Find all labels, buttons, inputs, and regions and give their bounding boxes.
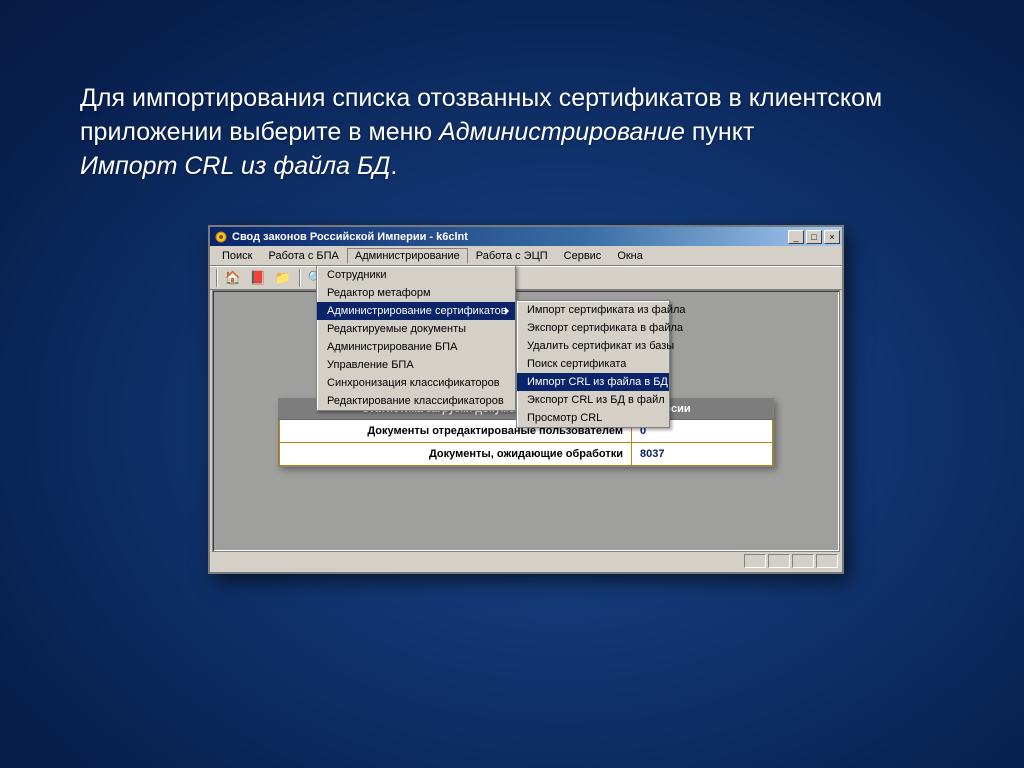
menu-item-emphasis: Импорт CRL из файла БД: [80, 152, 390, 180]
status-panel: [792, 554, 814, 568]
menu-name-emphasis: Администрирование: [439, 118, 685, 146]
stats-row2-label: Документы, ожидающие обработки: [280, 443, 632, 465]
text-period: .: [390, 152, 397, 180]
maximize-button[interactable]: □: [806, 230, 822, 244]
folder-icon: 📁: [275, 270, 291, 286]
dd-item-export-crl[interactable]: Экспорт CRL из БД в файл: [517, 391, 669, 409]
text-part-2: пункт: [685, 118, 754, 146]
tool-button-2[interactable]: 📕: [247, 268, 269, 288]
admin-dropdown: Сотрудники Редактор метаформ Администрир…: [316, 265, 516, 411]
window-title: Свод законов Российской Империи - k6clnt: [232, 231, 788, 243]
dd-item-edit-classifiers[interactable]: Редактирование классификаторов: [317, 392, 515, 410]
dd-item-metaform-editor[interactable]: Редактор метаформ: [317, 284, 515, 302]
dd-item-delete-cert[interactable]: Удалить сертификат из базы: [517, 337, 669, 355]
book-icon: 📕: [250, 270, 266, 286]
dd-label: Администрирование БПА: [327, 341, 457, 353]
dd-label: Сотрудники: [327, 269, 387, 281]
toolbar-separator: [299, 269, 300, 287]
dd-label: Поиск сертификата: [527, 358, 626, 370]
dd-label: Экспорт CRL из БД в файл: [527, 394, 665, 406]
statusbar: [212, 552, 840, 570]
menu-search[interactable]: Поиск: [214, 248, 260, 264]
dd-item-employees[interactable]: Сотрудники: [317, 266, 515, 284]
toolbar: 🏠 📕 📁 🔍: [210, 266, 842, 290]
close-button[interactable]: ×: [824, 230, 840, 244]
dd-label: Экспорт сертификата в файла: [527, 322, 683, 334]
dd-label: Редактирование классификаторов: [327, 395, 504, 407]
dd-label: Синхронизация классификаторов: [327, 377, 500, 389]
menu-admin[interactable]: Администрирование: [347, 248, 468, 264]
dd-item-export-cert[interactable]: Экспорт сертификата в файла: [517, 319, 669, 337]
dd-label: Редактируемые документы: [327, 323, 466, 335]
status-panel: [816, 554, 838, 568]
menubar: Поиск Работа с БПА Администрирование Раб…: [210, 246, 842, 266]
menu-bpa[interactable]: Работа с БПА: [260, 248, 346, 264]
minimize-button[interactable]: _: [788, 230, 804, 244]
status-panel: [768, 554, 790, 568]
home-button[interactable]: 🏠: [222, 268, 244, 288]
window-controls: _ □ ×: [788, 230, 840, 244]
app-icon: [214, 230, 228, 244]
titlebar[interactable]: Свод законов Российской Империи - k6clnt…: [210, 227, 842, 246]
dd-item-editable-docs[interactable]: Редактируемые документы: [317, 320, 515, 338]
dd-item-sync-classifiers[interactable]: Синхронизация классификаторов: [317, 374, 515, 392]
dd-label: Импорт сертификата из файла: [527, 304, 686, 316]
dd-item-cert-admin[interactable]: Администрирование сертификатов: [317, 302, 515, 320]
menu-windows[interactable]: Окна: [609, 248, 651, 264]
dd-label: Импорт CRL из файла в БД: [527, 376, 668, 388]
dd-item-bpa-manage[interactable]: Управление БПА: [317, 356, 515, 374]
dd-label: Просмотр CRL: [527, 412, 602, 424]
dd-item-bpa-admin[interactable]: Администрирование БПА: [317, 338, 515, 356]
menu-ecp[interactable]: Работа с ЭЦП: [468, 248, 556, 264]
dd-item-find-cert[interactable]: Поиск сертификата: [517, 355, 669, 373]
submenu-arrow-icon: [505, 307, 509, 315]
dd-label: Удалить сертификат из базы: [527, 340, 674, 352]
stats-row2-value: 8037: [632, 443, 772, 465]
tool-button-3[interactable]: 📁: [272, 268, 294, 288]
dd-label: Редактор метаформ: [327, 287, 431, 299]
dd-item-view-crl[interactable]: Просмотр CRL: [517, 409, 669, 427]
toolbar-separator: [216, 269, 217, 287]
dd-item-import-crl[interactable]: Импорт CRL из файла в БД: [517, 373, 669, 391]
dd-item-import-cert[interactable]: Импорт сертификата из файла: [517, 301, 669, 319]
dd-label: Администрирование сертификатов: [327, 305, 507, 317]
menu-service[interactable]: Сервис: [556, 248, 610, 264]
dd-label: Управление БПА: [327, 359, 414, 371]
stats-row-2: Документы, ожидающие обработки 8037: [279, 443, 773, 466]
cert-submenu: Импорт сертификата из файла Экспорт серт…: [516, 300, 670, 428]
slide-instruction-text: Для импортирования списка отозванных сер…: [80, 82, 950, 183]
home-icon: 🏠: [225, 270, 241, 286]
status-panel: [744, 554, 766, 568]
